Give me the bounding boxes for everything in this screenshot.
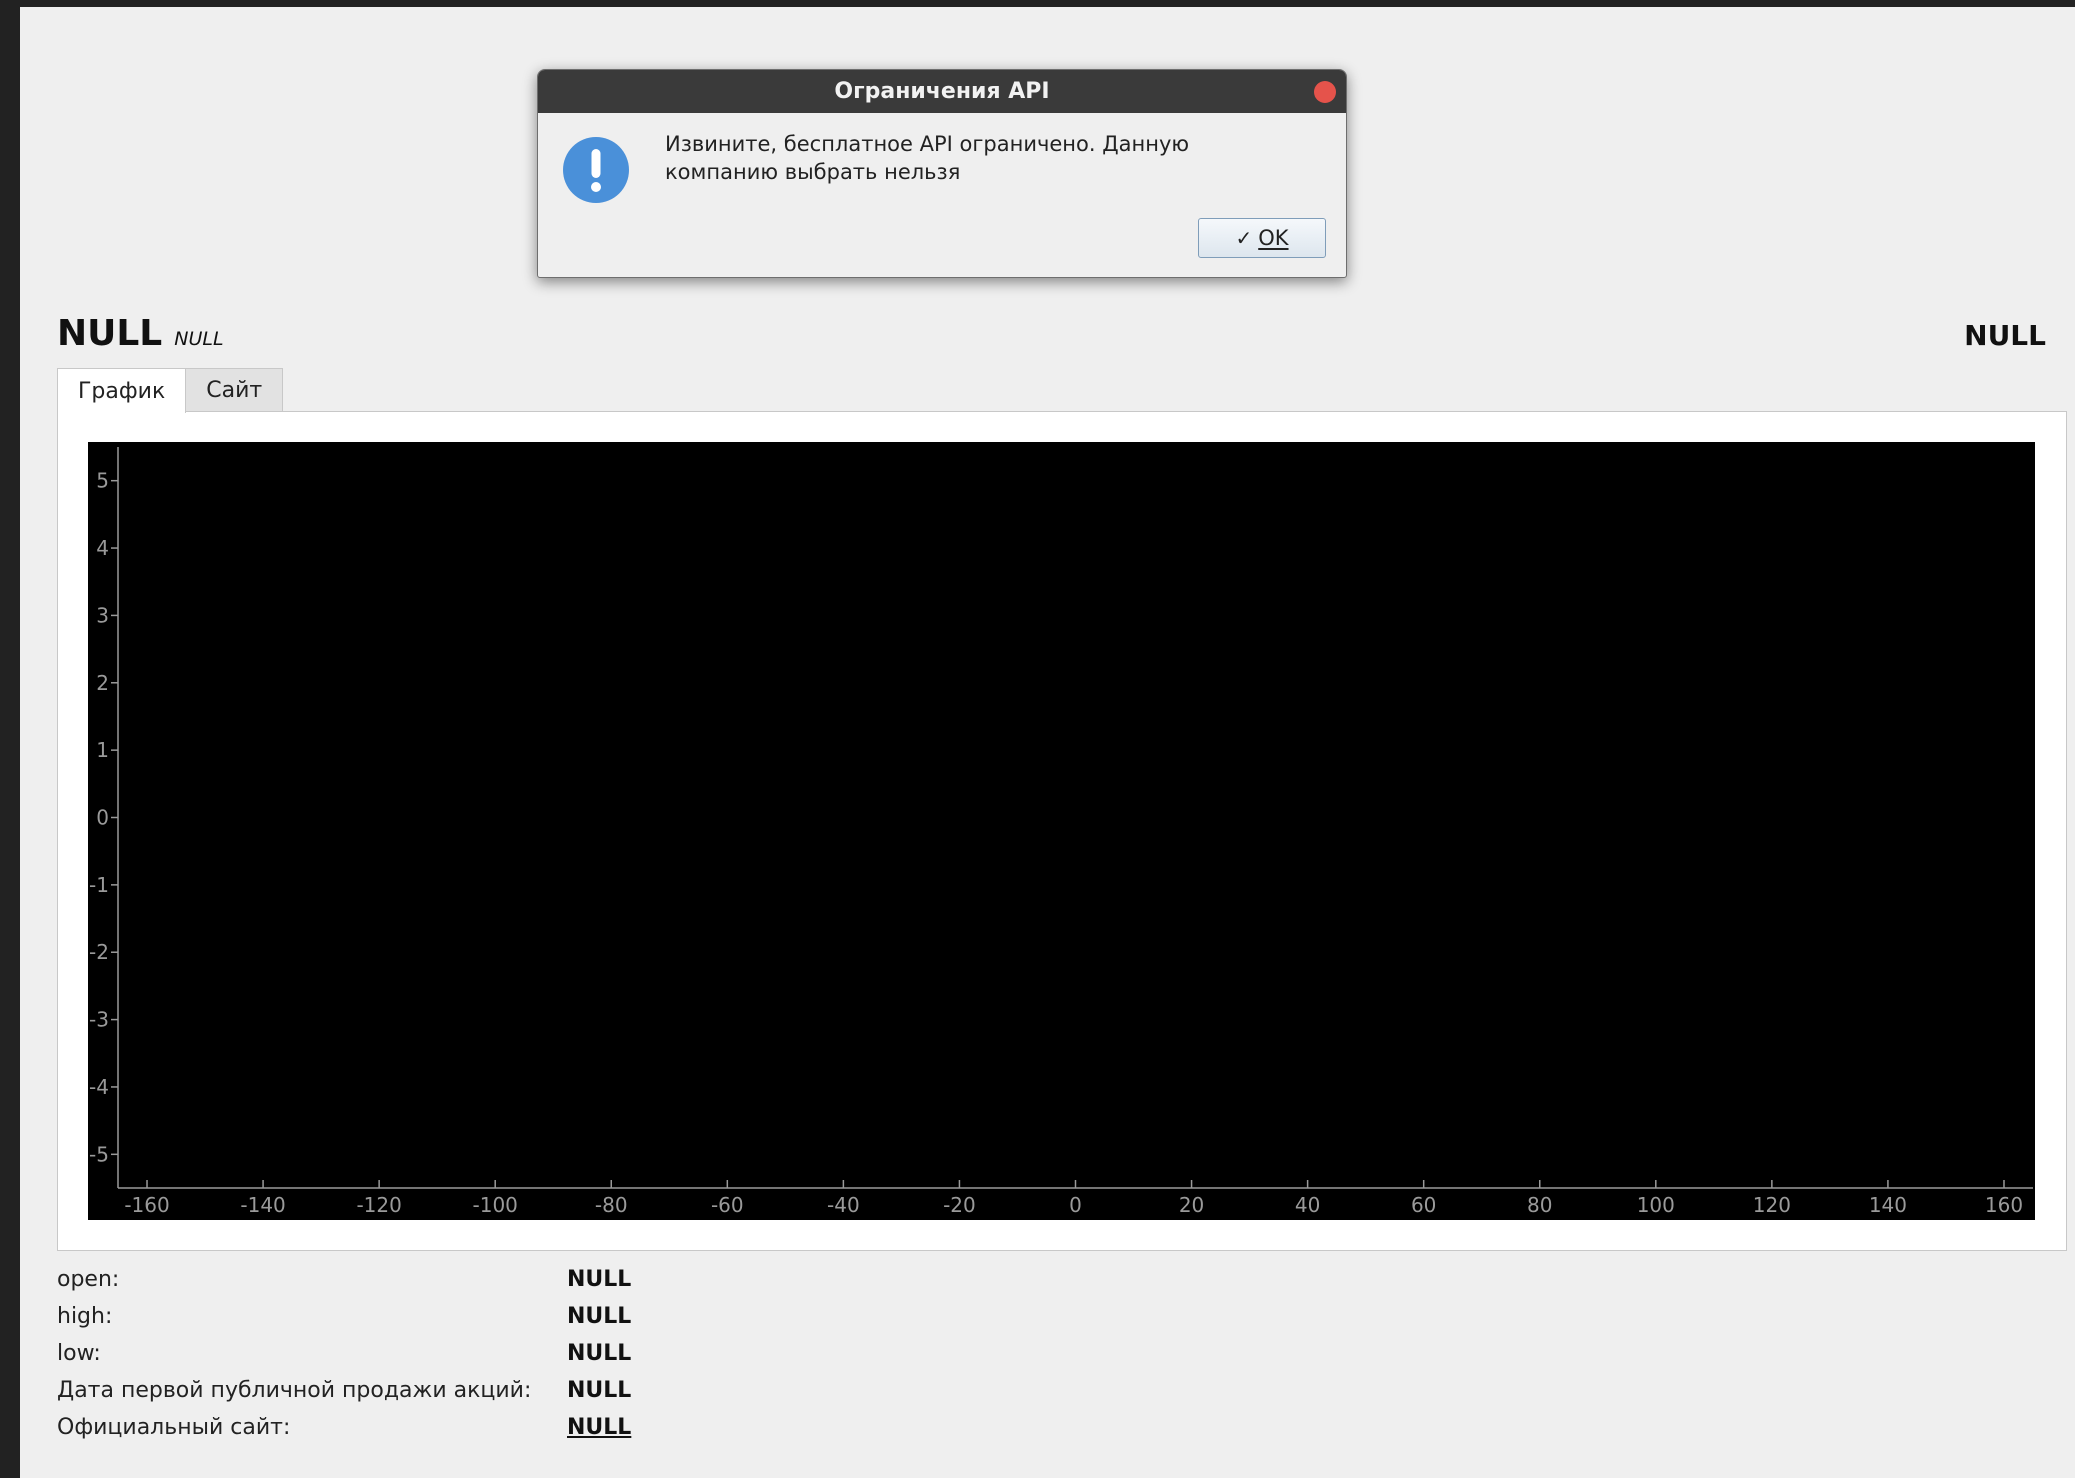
info-value-high: NULL: [567, 1304, 632, 1329]
x-tick-label: -80: [595, 1193, 628, 1217]
company-price: NULL: [1964, 319, 2046, 352]
x-tick-label: -40: [827, 1193, 860, 1217]
y-tick-label: 5: [96, 469, 109, 493]
tab-site[interactable]: Сайт: [185, 368, 284, 411]
info-value-open: NULL: [567, 1267, 632, 1292]
x-tick-label: 0: [1069, 1193, 1082, 1217]
y-tick-label: 1: [96, 738, 109, 762]
stock-info: open: NULL high: NULL low: NULL Дата пер…: [57, 1261, 757, 1446]
x-tick-label: 120: [1753, 1193, 1791, 1217]
company-ticker: NULL: [174, 328, 224, 350]
tab-chart[interactable]: График: [57, 368, 187, 413]
info-label-ipo-date: Дата первой публичной продажи акций:: [57, 1378, 532, 1403]
info-row-open: open: NULL: [57, 1261, 757, 1298]
close-button[interactable]: [1314, 81, 1336, 103]
y-tick-label: -3: [89, 1008, 109, 1032]
info-value-ipo-date: NULL: [567, 1378, 632, 1403]
x-tick-label: 160: [1985, 1193, 2023, 1217]
x-tick-label: -60: [711, 1193, 744, 1217]
x-tick-label: 40: [1295, 1193, 1320, 1217]
check-icon: ✓: [1235, 226, 1253, 250]
y-tick-label: -1: [89, 873, 109, 897]
y-tick-label: 3: [96, 603, 109, 627]
x-tick-label: -160: [124, 1193, 169, 1217]
x-tick-label: -140: [240, 1193, 285, 1217]
info-label-open: open:: [57, 1267, 120, 1292]
price-chart[interactable]: 5 4 3 2 1 0 -1 -2 -3 -4 -5 -160 -140 -120 -100 -80 -60 -4…: [88, 442, 2035, 1220]
info-label-low: low:: [57, 1341, 101, 1366]
dialog-message: Извините, бесплатное API ограничено. Дан…: [665, 130, 1285, 186]
y-tick-label: 2: [96, 671, 109, 695]
website-link[interactable]: NULL: [567, 1415, 631, 1440]
y-tick-label: -4: [89, 1075, 109, 1099]
dialog-message-line-1: Извините, бесплатное API ограничено. Дан…: [665, 132, 1190, 156]
info-row-low: low: NULL: [57, 1335, 757, 1372]
x-tick-label: 100: [1637, 1193, 1675, 1217]
x-tick-label: -120: [356, 1193, 401, 1217]
info-exclamation-icon: [563, 137, 629, 203]
company-heading: NULL NULL: [57, 313, 224, 357]
info-row-website: Официальный сайт: NULL: [57, 1409, 757, 1446]
y-tick-label: 4: [96, 536, 109, 560]
dialog-message-line-2: компанию выбрать нельзя: [665, 160, 961, 184]
x-tick-label: -100: [473, 1193, 518, 1217]
api-limit-dialog: Ограничения API Извините, бесплатное API…: [537, 69, 1347, 278]
y-tick-label: -5: [89, 1142, 109, 1166]
x-tick-label: -20: [943, 1193, 976, 1217]
y-tick-label: -2: [89, 940, 109, 964]
ok-button-label: OK: [1258, 226, 1289, 250]
main-window: NULL NULL NULL График Сайт 5 4 3 2 1 0 -1 -2 -3 -…: [20, 7, 2075, 1478]
info-value-low: NULL: [567, 1341, 632, 1366]
ok-button[interactable]: ✓ OK: [1198, 218, 1326, 258]
chart-svg: 5 4 3 2 1 0 -1 -2 -3 -4 -5 -160 -140 -120 -100 -80 -60 -4…: [89, 447, 2033, 1217]
info-row-ipo-date: Дата первой публичной продажи акций: NUL…: [57, 1372, 757, 1409]
dialog-title: Ограничения API: [834, 79, 1050, 104]
info-label-website: Официальный сайт:: [57, 1415, 291, 1440]
y-tick-label: 0: [96, 806, 109, 830]
x-tick-label: 20: [1179, 1193, 1204, 1217]
tab-panel-chart: 5 4 3 2 1 0 -1 -2 -3 -4 -5 -160 -140 -120 -100 -80 -60 -4…: [57, 411, 2067, 1251]
tab-bar: График Сайт: [57, 368, 284, 413]
dialog-titlebar[interactable]: Ограничения API: [538, 70, 1346, 113]
x-tick-label: 80: [1527, 1193, 1552, 1217]
info-label-high: high:: [57, 1304, 113, 1329]
x-tick-label: 140: [1869, 1193, 1907, 1217]
company-name: NULL: [57, 313, 163, 354]
x-tick-label: 60: [1411, 1193, 1436, 1217]
info-row-high: high: NULL: [57, 1298, 757, 1335]
